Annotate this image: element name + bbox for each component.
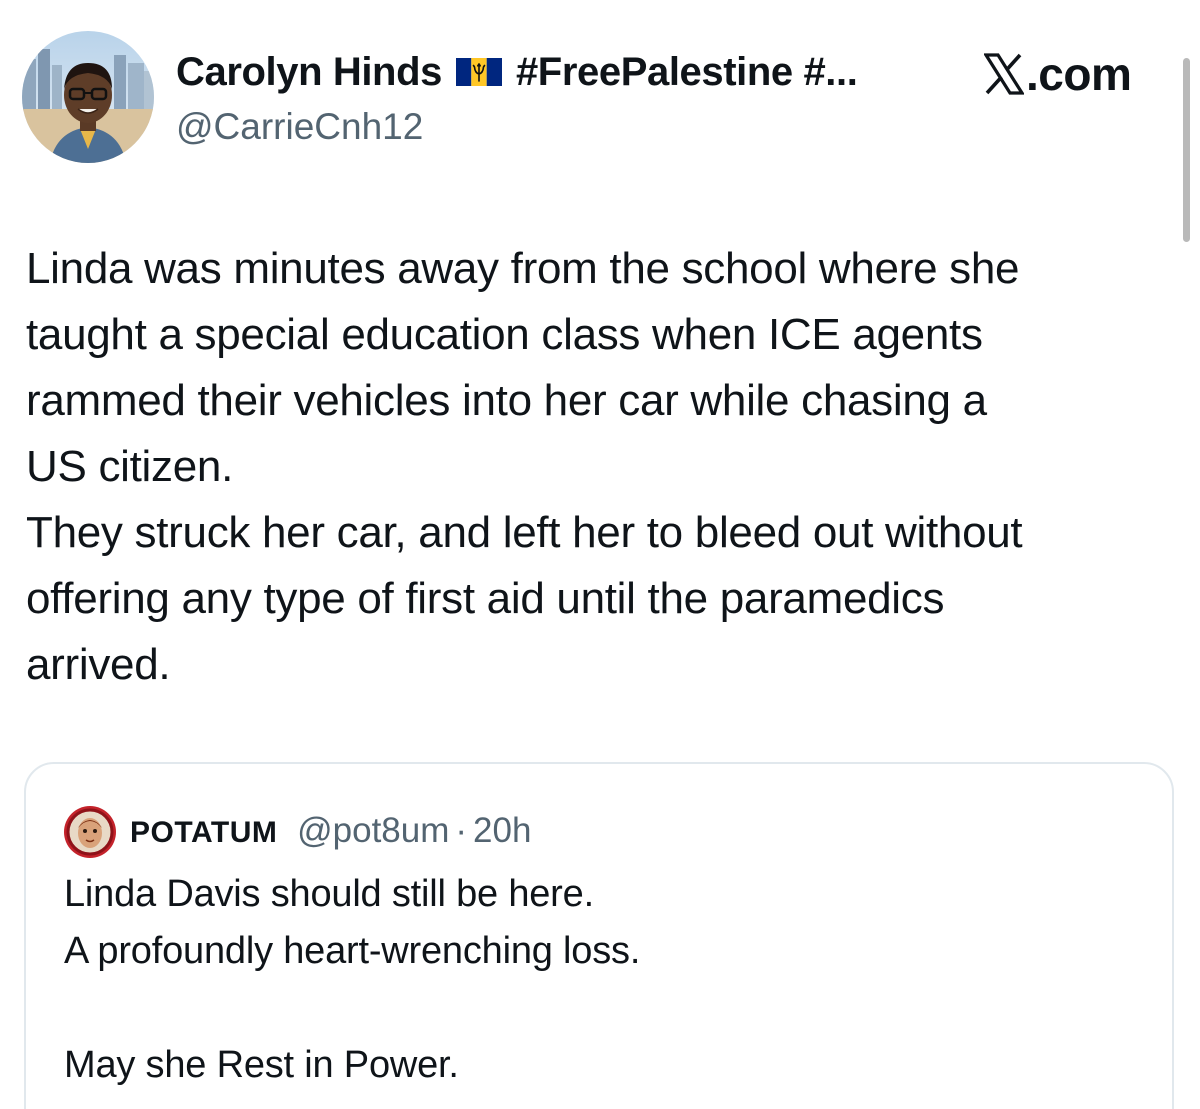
author-avatar[interactable] [22, 31, 154, 163]
author-display-name[interactable]: Carolyn Hinds #FreePalestine #... [176, 46, 858, 98]
site-logo-text: .com [1026, 48, 1132, 100]
tweet-text: Linda was minutes away from the school w… [26, 236, 1186, 698]
tweet-text-line: rammed their vehicles into her car while… [26, 376, 987, 425]
tweet-text-line: offering any type of first aid until the… [26, 574, 945, 623]
quote-text-line: A profoundly heart-wrenching loss. [64, 930, 641, 972]
quoted-tweet-card[interactable]: POTATUM @pot8um · 20h Linda Davis should s… [24, 762, 1174, 1109]
quote-text-line: Linda Davis should still be here. [64, 873, 594, 915]
author-name-text: Carolyn Hinds [176, 50, 442, 94]
quote-separator: · [455, 811, 468, 850]
tweet-text-line: arrived. [26, 640, 171, 689]
quote-timestamp[interactable]: 20h [473, 811, 531, 850]
quote-text-line [64, 980, 640, 1037]
quote-text: Linda Davis should still be here. A prof… [64, 866, 640, 1094]
quote-header: POTATUM @pot8um · 20h [130, 808, 531, 856]
quote-author-name[interactable]: POTATUM [130, 816, 277, 849]
tweet-text-line: They struck her car, and left her to ble… [26, 508, 1023, 557]
quote-text-line: May she Rest in Power. [64, 1044, 459, 1086]
scrollbar-thumb[interactable] [1183, 58, 1190, 242]
tweet-text-line: taught a special education class when IC… [26, 310, 983, 359]
author-hashtags[interactable]: #FreePalestine #... [516, 46, 858, 98]
barbados-flag-icon [455, 58, 502, 86]
quote-author-handle[interactable]: @pot8um [297, 811, 449, 850]
tweet-text-line: US citizen. [26, 442, 233, 491]
author-handle[interactable]: @CarrieCnh12 [176, 104, 423, 150]
tweet-screenshot: Carolyn Hinds #FreePalestine #... @Carri… [0, 0, 1200, 1109]
x-logo-icon [984, 53, 1024, 95]
site-logo[interactable]: .com [984, 46, 1132, 102]
tweet-text-line: Linda was minutes away from the school w… [26, 244, 1020, 293]
quote-author-avatar[interactable] [64, 806, 116, 858]
